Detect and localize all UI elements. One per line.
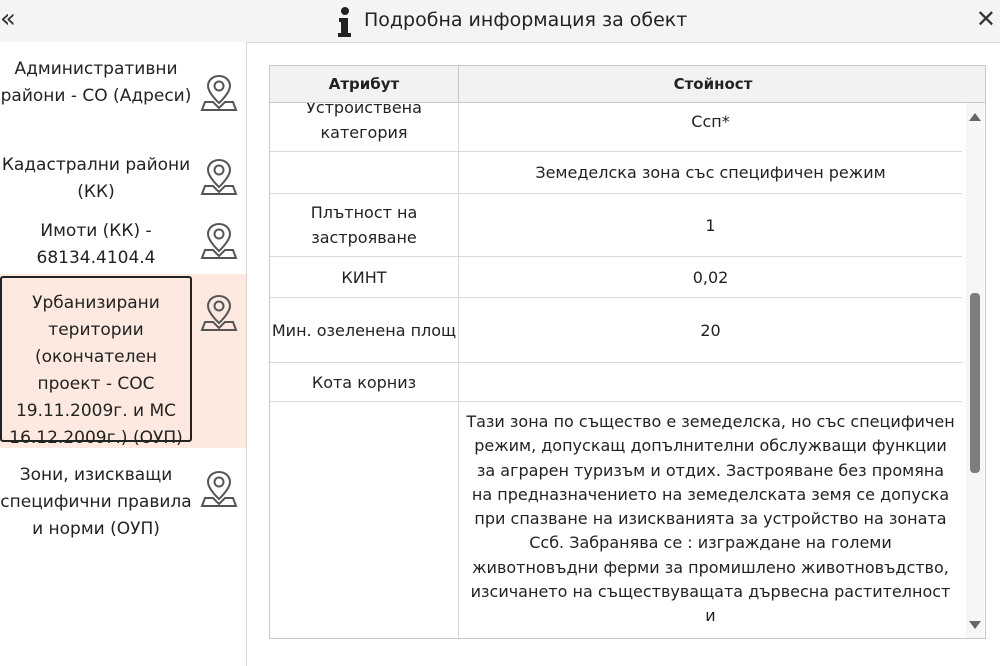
map-pin-icon[interactable]	[200, 156, 238, 196]
sidebar-item-properties[interactable]: Имоти (КК) - 68134.4104.4	[0, 218, 246, 274]
table-row: Мин. озеленена площ 20	[270, 298, 962, 363]
value-cell: Ссп*	[691, 112, 730, 131]
map-pin-icon[interactable]	[200, 292, 238, 332]
attribute-cell: Плътност на застрояване	[270, 194, 459, 256]
table-row: Устройствена категория Ссп*	[270, 103, 962, 152]
map-pin-icon[interactable]	[200, 72, 238, 112]
map-pin-icon[interactable]	[200, 220, 238, 260]
table-row: Тази зона по същество е земеделска, но с…	[270, 402, 962, 638]
sidebar-item-urbanized-territories[interactable]: Урбанизирани територии (окончателен прое…	[0, 274, 246, 448]
collapse-panel-button[interactable]: «	[0, 4, 16, 34]
scroll-down-arrow-icon[interactable]	[969, 621, 981, 629]
table-row: Плътност на застрояване 1	[270, 194, 962, 257]
layer-list: Административни райони - СО (Адреси) Кад…	[0, 42, 247, 666]
sidebar-item-label: Урбанизирани територии (окончателен прое…	[0, 276, 192, 448]
title-bar: « Подробна информация за обект ✕	[0, 0, 1000, 43]
value-cell: Тази зона по същество е земеделска, но с…	[466, 412, 955, 626]
value-cell: Земеделска зона със специфичен режим	[535, 162, 886, 182]
close-button[interactable]: ✕	[976, 4, 996, 34]
table-header: Атрибут Стойност	[270, 66, 985, 103]
scrollbar-thumb[interactable]	[970, 293, 980, 473]
sidebar-item-special-zones[interactable]: Зони, изискващи специфични правила и нор…	[0, 462, 246, 574]
attribute-cell	[270, 151, 459, 193]
value-cell: 0,02	[692, 267, 729, 287]
sidebar-item-label: Административни райони - СО (Адреси)	[0, 59, 192, 106]
column-header-value: Стойност	[673, 75, 753, 93]
map-pin-icon[interactable]	[200, 468, 238, 508]
table-scrollbar[interactable]	[966, 103, 984, 638]
value-cell	[459, 363, 962, 401]
table-body[interactable]: Устройствена категория Ссп* Земеделска з…	[270, 103, 965, 638]
sidebar-item-admin-regions[interactable]: Административни райони - СО (Адреси)	[0, 54, 246, 154]
value-cell: 1	[705, 215, 716, 235]
attribute-cell: Устройствена категория	[270, 103, 459, 151]
attribute-cell: Мин. озеленена площ	[270, 298, 459, 362]
attribute-cell: Кота корниз	[270, 363, 459, 401]
dialog-title: Подробна информация за обект	[364, 9, 688, 31]
sidebar-item-label: Зони, изискващи специфични правила и нор…	[0, 465, 192, 539]
sidebar-item-label: Кадастрални райони (КК)	[1, 155, 191, 202]
attribute-cell: КИНТ	[270, 257, 459, 297]
attribute-cell	[270, 402, 459, 638]
column-header-attribute: Атрибут	[270, 66, 459, 102]
attribute-table: Атрибут Стойност Устройствена категория …	[269, 65, 986, 639]
value-cell: 20	[700, 320, 721, 340]
sidebar-item-label: Имоти (КК) - 68134.4104.4	[36, 221, 156, 268]
sidebar-item-cadastral-regions[interactable]: Кадастрални райони (КК)	[0, 152, 246, 212]
scroll-up-arrow-icon[interactable]	[969, 113, 981, 121]
table-row: Кота корниз	[270, 363, 962, 402]
info-icon	[338, 7, 351, 37]
table-row: КИНТ 0,02	[270, 257, 962, 298]
table-row: Земеделска зона със специфичен режим	[270, 151, 962, 194]
